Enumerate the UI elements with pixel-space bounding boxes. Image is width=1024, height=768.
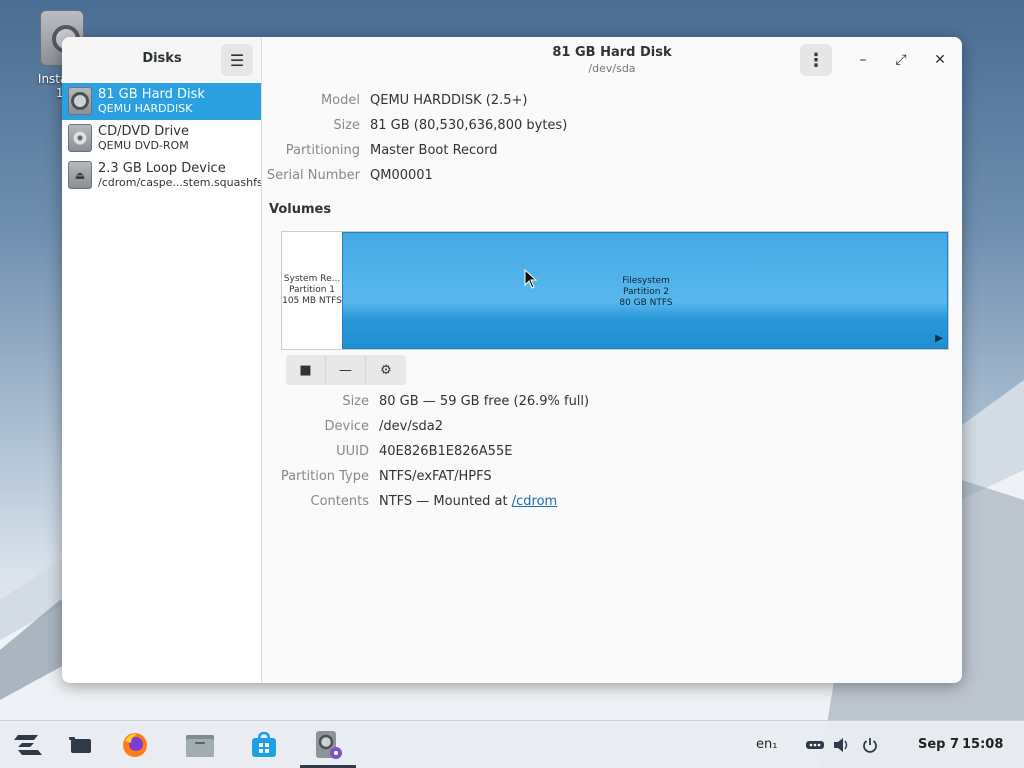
volumes-title: Volumes [269, 202, 332, 217]
sidebar: Disks ☰ 81 GB Hard Disk QEMU HARDDISK CD… [62, 37, 262, 683]
optical-drive-icon [68, 124, 92, 152]
mount-point-link[interactable]: /cdrom [512, 494, 557, 509]
partition-1-name: System Re... [283, 274, 341, 284]
network-icon [806, 741, 824, 749]
taskbar: en₁ Sep 7 15:08 [0, 720, 1024, 768]
disk-item-loop-device[interactable]: ⏏ 2.3 GB Loop Device /cdrom/caspe...stem… [62, 157, 261, 194]
clock-time[interactable]: 15:08 [962, 737, 1003, 752]
clock-date[interactable]: Sep 7 [918, 737, 959, 752]
titlebar: 81 GB Hard Disk /dev/sda ⋮ – ⤢ ✕ [262, 37, 962, 83]
prop-value: NTFS — Mounted at /cdrom [379, 494, 557, 509]
app-menu-button[interactable] [13, 730, 43, 760]
volume-indicator[interactable] [829, 730, 855, 760]
prop-value: 40E826B1E826A55E [379, 444, 513, 459]
prop-value: 81 GB (80,530,636,800 bytes) [370, 118, 568, 133]
prop-label: Device [324, 419, 369, 434]
volumes-graph: System Re... Partition 1 105 MB NTFS Fil… [281, 231, 949, 350]
prop-label: Serial Number [266, 168, 360, 183]
prop-label: Model [320, 93, 360, 108]
partition-options-button[interactable]: ⚙ [366, 355, 406, 385]
minimize-button[interactable]: – [852, 49, 874, 71]
workspaces-icon [69, 737, 91, 753]
prop-value: /dev/sda2 [379, 419, 443, 434]
close-button[interactable]: ✕ [929, 49, 951, 71]
partition-1-size: 105 MB NTFS [282, 296, 342, 306]
volume-icon [834, 738, 848, 752]
loop-device-icon: ⏏ [68, 161, 92, 189]
hamburger-icon: ☰ [229, 50, 245, 70]
mounted-arrow-icon: ▶ [935, 333, 943, 344]
files-button[interactable] [185, 730, 215, 760]
disk-item-sub: QEMU HARDDISK [98, 102, 193, 115]
unmount-button[interactable]: ■ [286, 355, 326, 385]
volume-toolbar: ■ — ⚙ [286, 355, 406, 385]
contents-prefix: NTFS — Mounted at [379, 494, 512, 509]
zorin-logo-icon [14, 735, 42, 755]
software-store-button[interactable] [249, 730, 279, 760]
partition-2-number: Partition 2 [622, 287, 670, 297]
main-panel: 81 GB Hard Disk /dev/sda ⋮ – ⤢ ✕ Model Q… [262, 37, 962, 683]
prop-label: Contents [310, 494, 369, 509]
stop-icon: ■ [299, 362, 312, 378]
disk-options-button[interactable]: ⋮ [800, 44, 832, 76]
partition-2-name: Filesystem [622, 276, 670, 286]
prop-label: Partition Type [280, 469, 369, 484]
hamburger-menu-button[interactable]: ☰ [221, 44, 253, 76]
disk-item-name: CD/DVD Drive [98, 124, 189, 139]
disks-window: Disks ☰ 81 GB Hard Disk QEMU HARDDISK CD… [62, 37, 962, 683]
software-store-icon [252, 731, 276, 757]
disk-item-name: 81 GB Hard Disk [98, 87, 205, 102]
network-indicator[interactable] [801, 730, 829, 760]
prop-value: NTFS/exFAT/HPFS [379, 469, 492, 484]
disks-app-button[interactable] [313, 730, 343, 760]
partition-1-number: Partition 1 [288, 285, 336, 295]
prop-value: Master Boot Record [370, 143, 498, 158]
partition-1[interactable]: System Re... Partition 1 105 MB NTFS [282, 232, 342, 349]
prop-value: QEMU HARDDISK (2.5+) [370, 93, 528, 108]
disks-app-icon [316, 731, 342, 759]
minimize-icon: – [859, 52, 867, 68]
firefox-button[interactable] [120, 730, 150, 760]
disk-item-cd-dvd[interactable]: CD/DVD Drive QEMU DVD-ROM [62, 120, 261, 157]
prop-label: Size [342, 394, 369, 409]
disk-item-name: 2.3 GB Loop Device [98, 161, 226, 176]
disk-item-sub: /cdrom/caspe...stem.squashfs [98, 176, 261, 189]
maximize-icon: ⤢ [895, 52, 907, 68]
maximize-button[interactable]: ⤢ [890, 49, 912, 71]
delete-partition-button[interactable]: — [326, 355, 366, 385]
prop-label: UUID [336, 444, 369, 459]
prop-label: Size [333, 118, 360, 133]
gears-icon: ⚙ [380, 362, 392, 378]
disk-item-sub: QEMU DVD-ROM [98, 139, 189, 152]
prop-value: 80 GB — 59 GB free (26.9% full) [379, 394, 590, 409]
kebab-menu-icon: ⋮ [807, 49, 825, 71]
power-icon [863, 738, 877, 753]
partition-2-size: 80 GB NTFS [619, 298, 673, 308]
disk-item-hard-disk[interactable]: 81 GB Hard Disk QEMU HARDDISK [62, 83, 261, 120]
hard-disk-icon [68, 87, 92, 115]
workspaces-button[interactable] [66, 730, 96, 760]
prop-label: Partitioning [285, 143, 360, 158]
folder-icon [186, 735, 214, 757]
sidebar-header: Disks ☰ [62, 37, 261, 83]
minus-icon: — [339, 362, 352, 378]
keyboard-layout-indicator[interactable]: en₁ [756, 737, 777, 752]
mouse-pointer-icon [524, 269, 538, 289]
power-menu-button[interactable] [857, 730, 883, 760]
close-icon: ✕ [934, 52, 946, 68]
prop-value: QM00001 [370, 168, 433, 183]
partition-2[interactable]: Filesystem Partition 2 80 GB NTFS ▶ [342, 232, 948, 349]
firefox-icon [123, 733, 147, 757]
